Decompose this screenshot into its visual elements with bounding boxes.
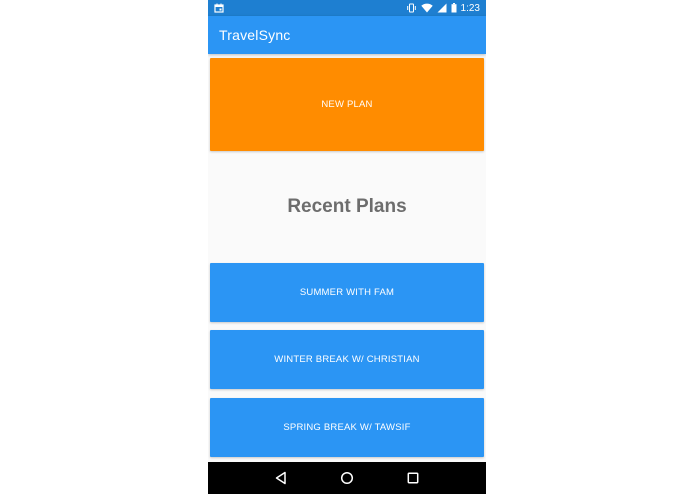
recents-icon[interactable] [401,466,425,490]
status-left [214,3,224,13]
back-icon[interactable] [269,466,293,490]
plan-button-winter-break[interactable]: WINTER BREAK W/ CHRISTIAN [210,330,484,389]
phone-screen: 1:23 TravelSync NEW PLAN Recent Plans SU… [208,0,486,494]
vibrate-icon [406,3,417,13]
status-bar: 1:23 [208,0,486,16]
app-bar: TravelSync [208,16,486,54]
main-content: NEW PLAN Recent Plans SUMMER WITH FAM WI… [208,54,486,462]
wifi-icon [420,3,433,13]
status-right: 1:23 [406,3,480,14]
plan-button-summer-with-fam[interactable]: SUMMER WITH FAM [210,263,484,322]
calendar-icon [214,3,224,13]
recent-plans-heading: Recent Plans [287,196,407,217]
status-time: 1:23 [460,2,480,14]
app-title: TravelSync [219,27,291,43]
signal-icon [437,3,447,13]
plan-button-spring-break[interactable]: SPRING BREAK W/ TAWSIF [210,398,484,457]
home-icon[interactable] [335,466,359,490]
battery-icon [451,3,457,13]
new-plan-button[interactable]: NEW PLAN [210,58,484,151]
navigation-bar [208,462,486,494]
